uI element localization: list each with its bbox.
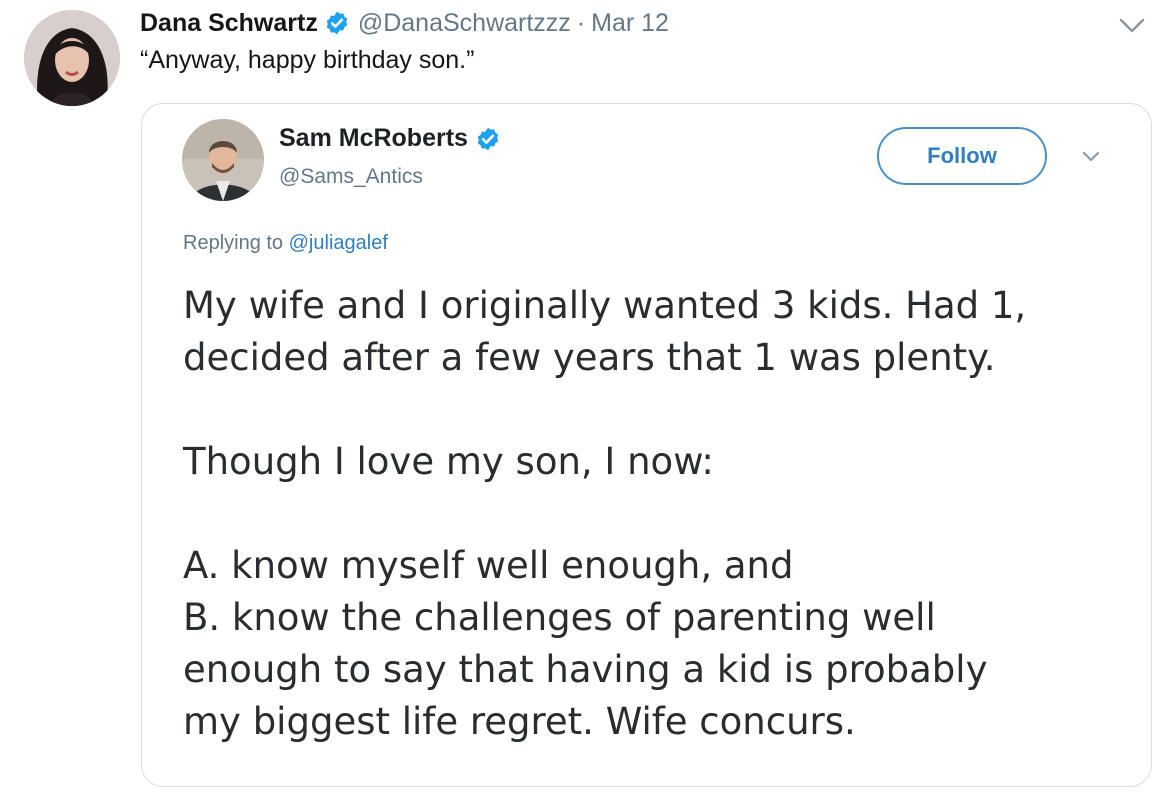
body-line: decided after a few years that 1 was ple…	[183, 336, 996, 379]
body-line: A. know myself well enough, and	[183, 544, 794, 587]
quoted-author-row: Sam McRoberts	[279, 124, 501, 153]
verified-badge-icon	[475, 126, 501, 152]
quoted-author-avatar[interactable]	[182, 119, 264, 201]
quoted-author-avatar-image	[182, 119, 264, 201]
separator-dot: ·	[576, 8, 586, 37]
verified-badge-icon	[324, 10, 350, 36]
body-line: My wife and I originally wanted 3 kids. …	[183, 284, 1027, 327]
quoted-tweet-body: My wife and I originally wanted 3 kids. …	[183, 280, 1133, 748]
replying-to-handle-link[interactable]: @juliagalef	[289, 232, 388, 254]
tweet-header: Dana Schwartz @DanaSchwartzzz · Mar 12	[140, 6, 669, 40]
body-line: B. know the challenges of parenting well	[183, 596, 936, 639]
replying-to-line: Replying to @juliagalef	[183, 232, 388, 255]
body-line: my biggest life regret. Wife concurs.	[183, 700, 856, 743]
tweet-text: “Anyway, happy birthday son.”	[140, 46, 475, 74]
quoted-author-handle[interactable]: @Sams_Antics	[279, 165, 423, 189]
tweet-date[interactable]: Mar 12	[591, 9, 669, 38]
author-name[interactable]: Dana Schwartz	[140, 9, 318, 38]
quoted-author-name[interactable]: Sam McRoberts	[279, 124, 468, 153]
body-line: Though I love my son, I now:	[183, 440, 714, 483]
author-handle[interactable]: @DanaSchwartzzz	[358, 9, 571, 38]
follow-button[interactable]: Follow	[877, 127, 1047, 185]
author-avatar[interactable]	[24, 10, 120, 106]
chevron-down-icon[interactable]	[1081, 150, 1101, 164]
body-line: enough to say that having a kid is proba…	[183, 648, 988, 691]
quoted-tweet-card[interactable]: Sam McRoberts @Sams_Antics Follow Replyi…	[141, 103, 1152, 787]
replying-to-prefix: Replying to	[183, 232, 284, 254]
author-avatar-image	[24, 10, 120, 106]
chevron-down-icon[interactable]	[1118, 14, 1146, 36]
